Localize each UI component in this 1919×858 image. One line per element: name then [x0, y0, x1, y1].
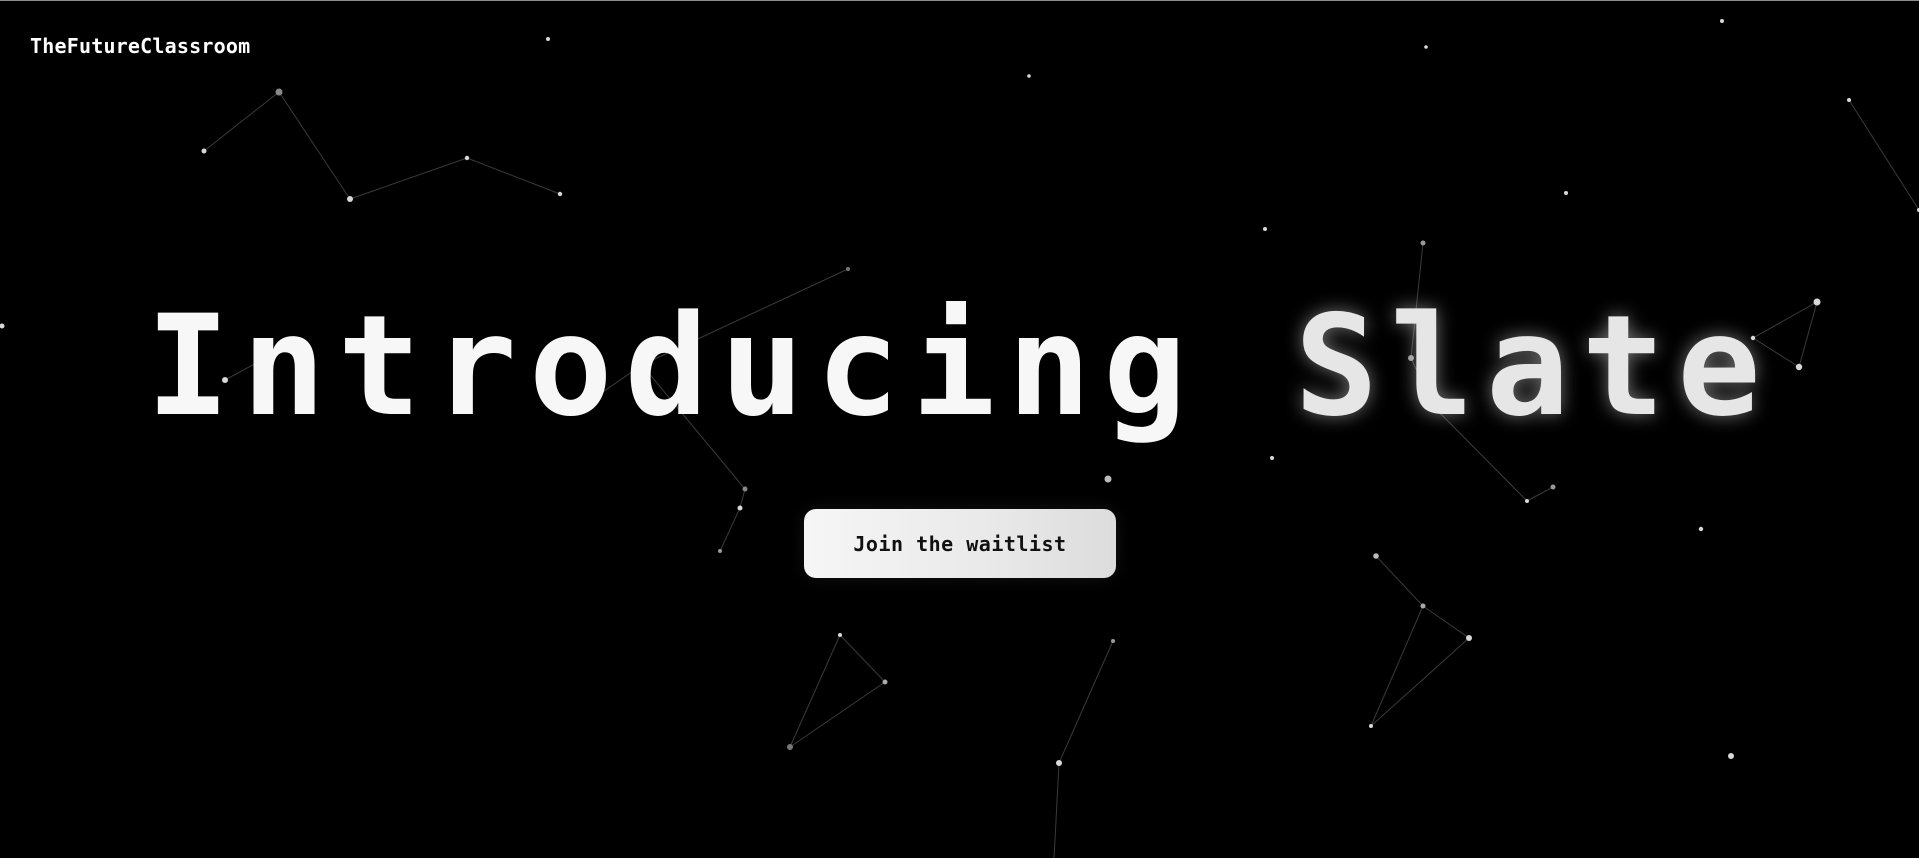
- hero-word-product: Slate: [1294, 285, 1773, 447]
- hero-title: Introducing Slate: [0, 291, 1919, 441]
- brand-logo-text[interactable]: TheFutureClassroom: [30, 34, 250, 58]
- hero-word-introducing: Introducing: [146, 285, 1199, 447]
- landing-page: TheFutureClassroom Introducing Slate Joi…: [0, 0, 1919, 858]
- join-waitlist-button[interactable]: Join the waitlist: [804, 509, 1116, 578]
